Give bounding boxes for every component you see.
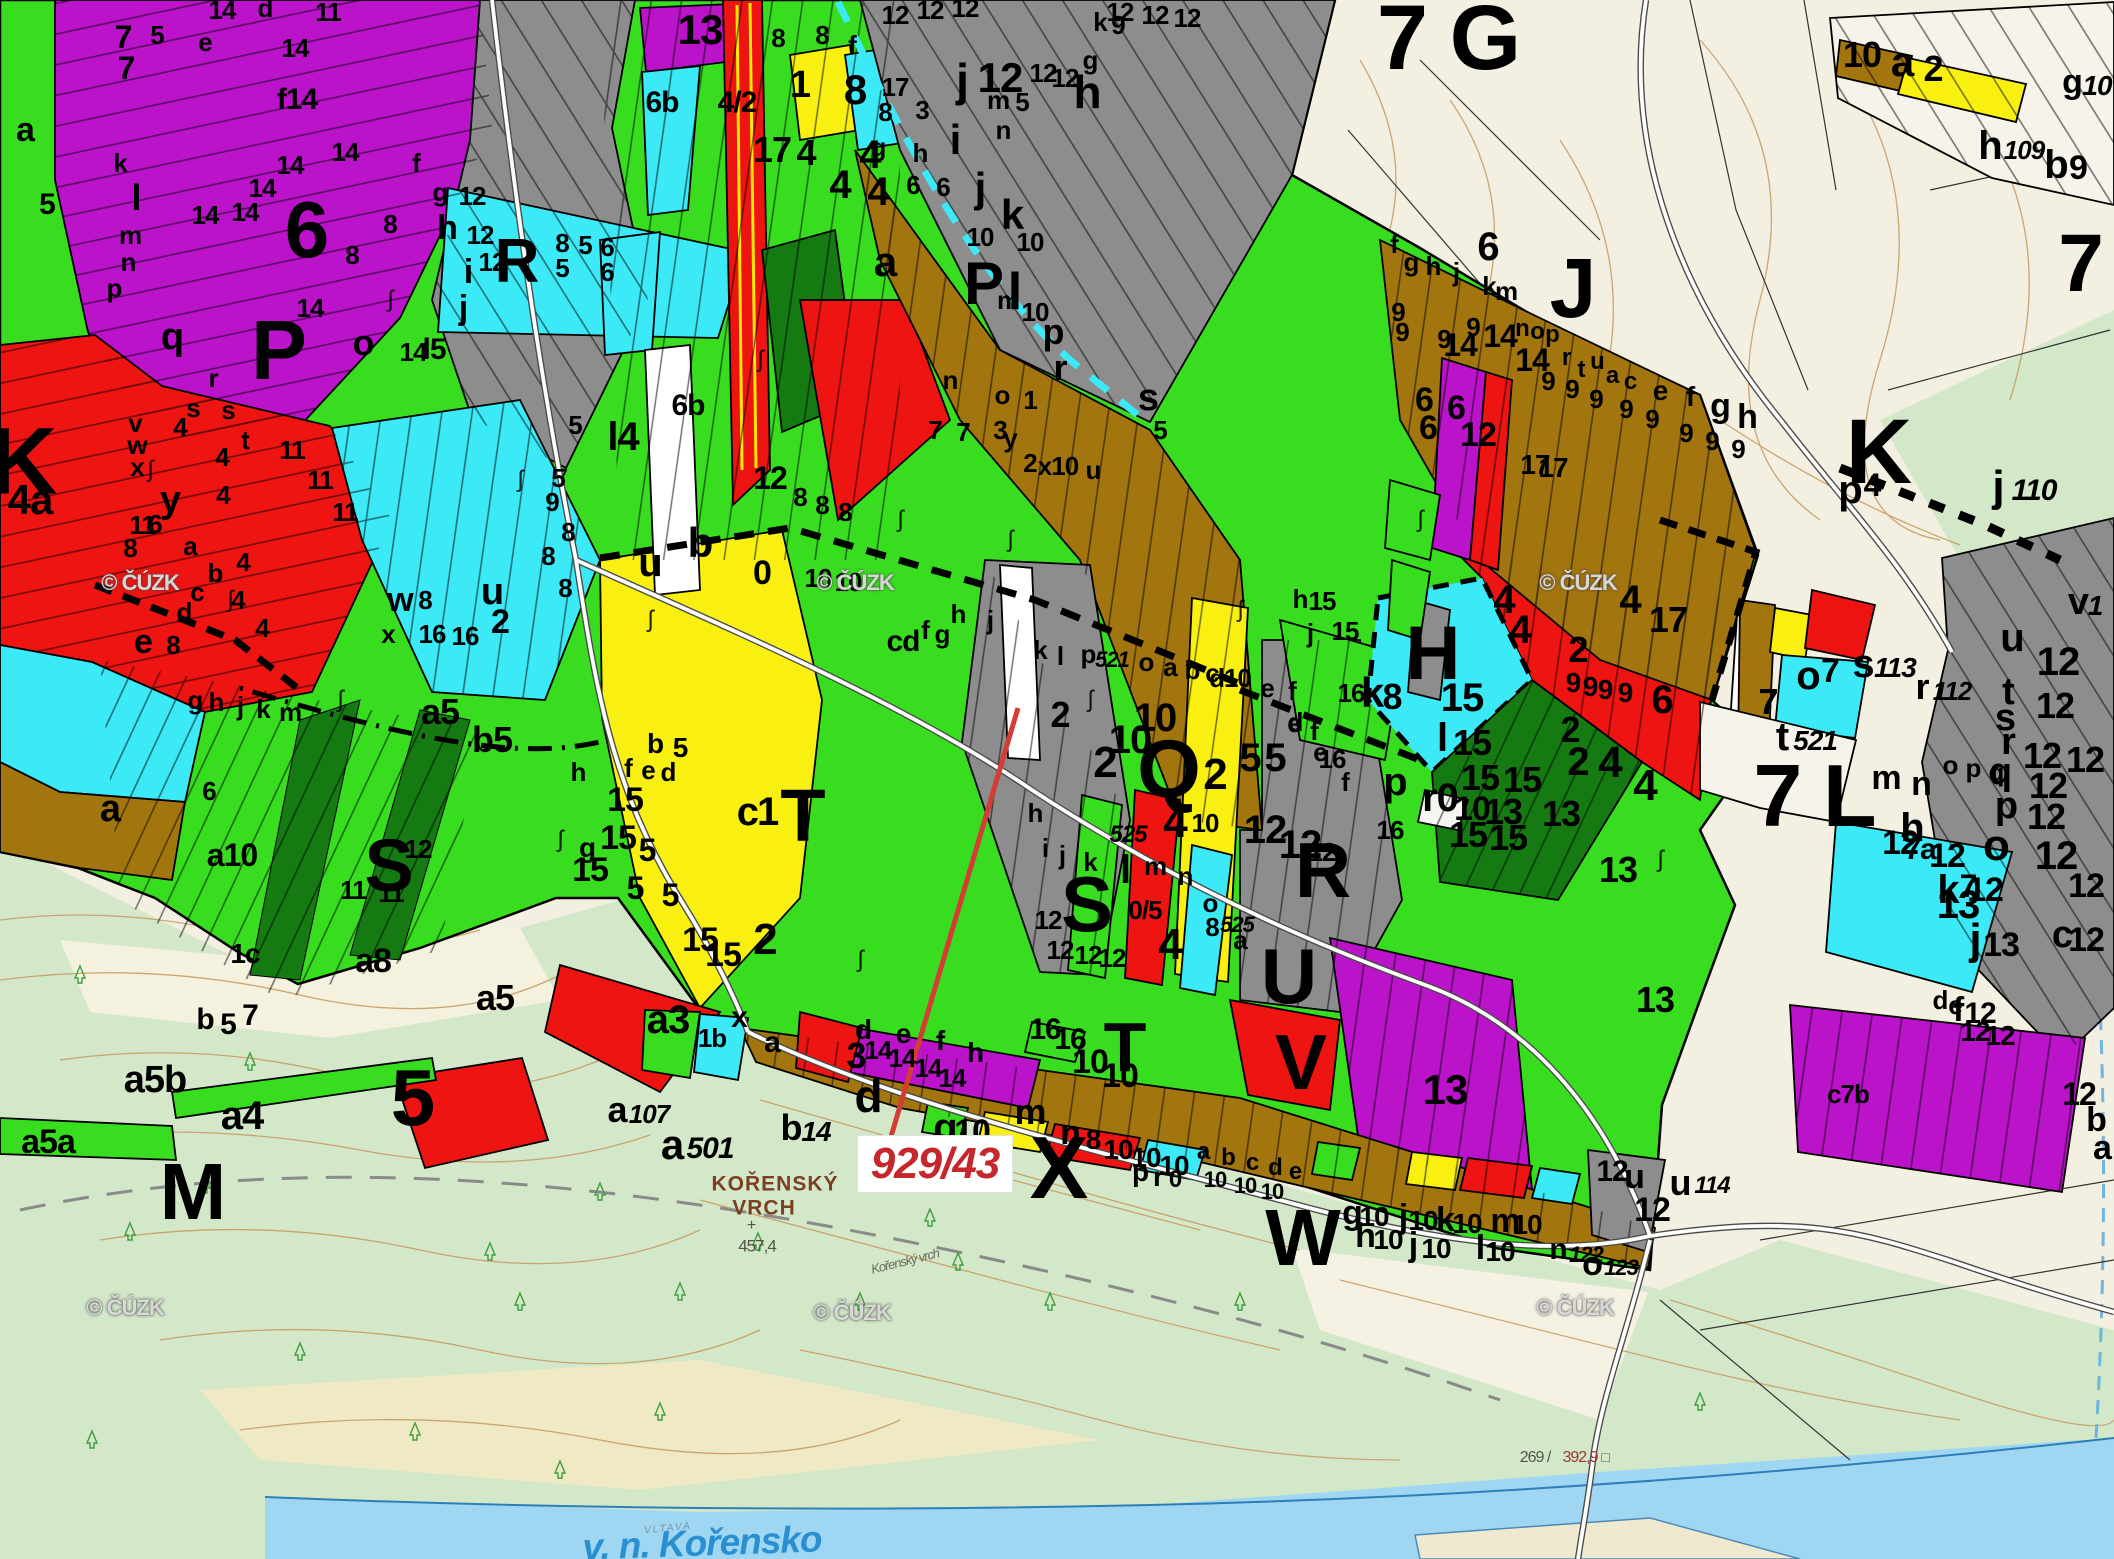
map-canvas[interactable]: K6RPSc1TQSRUVTWXM5HJK7 G7 L7PlKOŘENSKÝVR… (0, 0, 2114, 1559)
parcel-callout: 929/43 (858, 1136, 1012, 1192)
map-artwork (0, 0, 2114, 1559)
